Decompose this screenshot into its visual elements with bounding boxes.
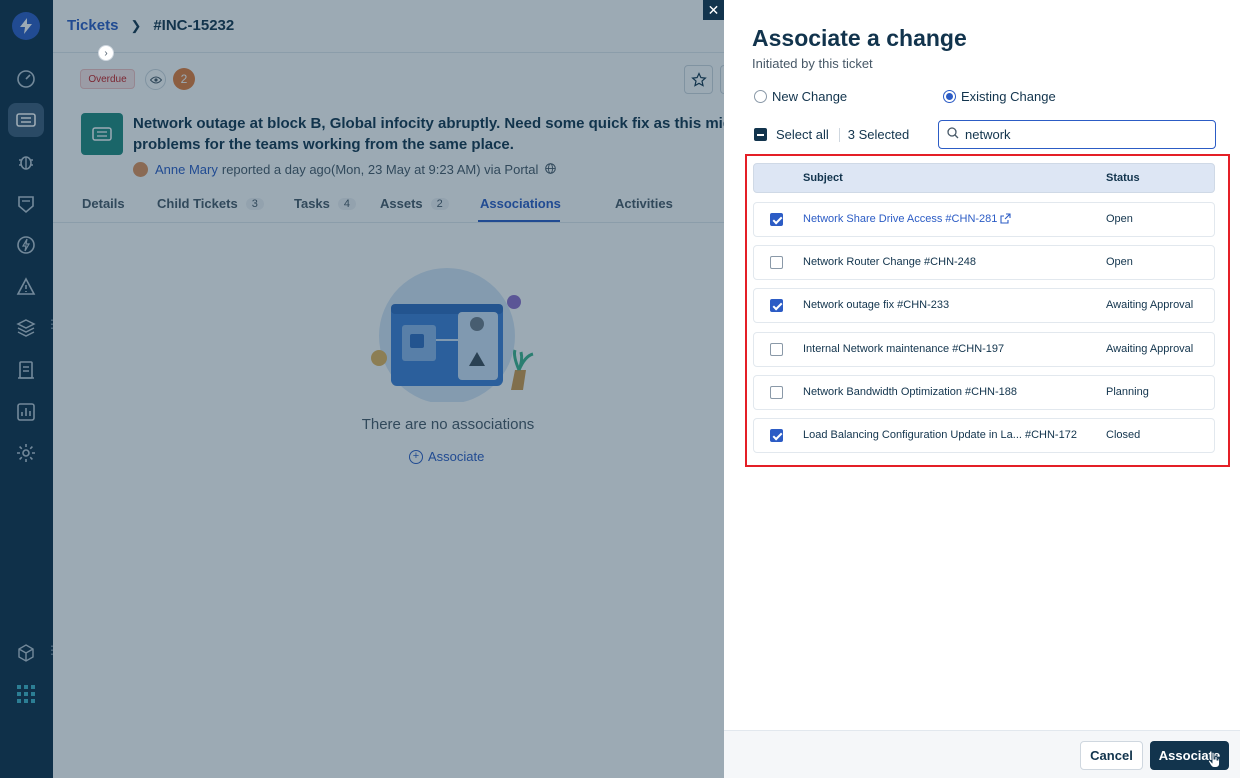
row-subject: Network outage fix #CHN-233 [803, 299, 950, 311]
table-row[interactable]: Network Router Change #CHN-248 Open [753, 245, 1215, 280]
chevron-right-icon[interactable]: › [98, 45, 114, 61]
table-row[interactable]: Network Share Drive Access #CHN-281 Open [753, 202, 1215, 237]
select-all-checkbox[interactable] [754, 128, 767, 141]
row-checkbox[interactable] [770, 343, 783, 356]
panel-subtitle: Initiated by this ticket [752, 56, 873, 71]
row-status: Awaiting Approval [1106, 299, 1194, 311]
row-status: Planning [1106, 386, 1149, 398]
close-icon[interactable]: ✕ [703, 0, 724, 20]
row-checkbox[interactable] [770, 429, 783, 442]
row-subject: Network Router Change #CHN-248 [803, 256, 977, 268]
row-status: Closed [1106, 429, 1141, 441]
search-value: network [965, 127, 1011, 142]
table-row[interactable]: Network outage fix #CHN-233 Awaiting App… [753, 288, 1215, 323]
cancel-button[interactable]: Cancel [1080, 741, 1143, 770]
row-status: Awaiting Approval [1106, 343, 1194, 355]
radio-button[interactable] [754, 90, 767, 103]
row-checkbox[interactable] [770, 386, 783, 399]
search-icon [947, 126, 959, 144]
table-header: Subject Status [753, 163, 1215, 193]
radio-label: Existing Change [961, 89, 1056, 104]
divider [838, 127, 840, 142]
column-status: Status [1106, 172, 1140, 184]
search-input[interactable]: network [938, 120, 1216, 149]
radio-label: New Change [772, 89, 848, 104]
row-subject-text: Network Share Drive Access #CHN-281 [803, 213, 998, 225]
row-subject: Internal Network maintenance #CHN-197 [803, 343, 1005, 355]
associate-change-panel: Associate a change Initiated by this tic… [724, 0, 1240, 778]
row-checkbox[interactable] [770, 256, 783, 269]
radio-new-change[interactable]: New Change [754, 89, 847, 104]
row-subject: Network Bandwidth Optimization #CHN-188 [803, 386, 1017, 398]
column-subject: Subject [803, 172, 843, 184]
table-row[interactable]: Internal Network maintenance #CHN-197 Aw… [753, 332, 1215, 367]
table-row[interactable]: Network Bandwidth Optimization #CHN-188 … [753, 375, 1215, 410]
table-row[interactable]: Load Balancing Configuration Update in L… [753, 418, 1215, 453]
row-checkbox[interactable] [770, 299, 783, 312]
selection-bar: Select all 3 Selected [754, 127, 909, 142]
row-status: Open [1106, 213, 1133, 225]
external-link-icon[interactable] [1000, 213, 1011, 227]
row-subject: Load Balancing Configuration Update in L… [803, 429, 1077, 441]
row-subject-link[interactable]: Network Share Drive Access #CHN-281 [803, 213, 1011, 227]
modal-backdrop[interactable] [0, 0, 724, 778]
radio-existing-change[interactable]: Existing Change [943, 89, 1056, 104]
select-all-label[interactable]: Select all [776, 127, 829, 142]
pointer-cursor-icon [1207, 751, 1220, 773]
radio-button[interactable] [943, 90, 956, 103]
row-checkbox[interactable] [770, 213, 783, 226]
row-status: Open [1106, 256, 1133, 268]
panel-title: Associate a change [752, 25, 967, 51]
selected-count: 3 Selected [847, 127, 910, 142]
panel-footer: Cancel Associate [724, 730, 1240, 778]
